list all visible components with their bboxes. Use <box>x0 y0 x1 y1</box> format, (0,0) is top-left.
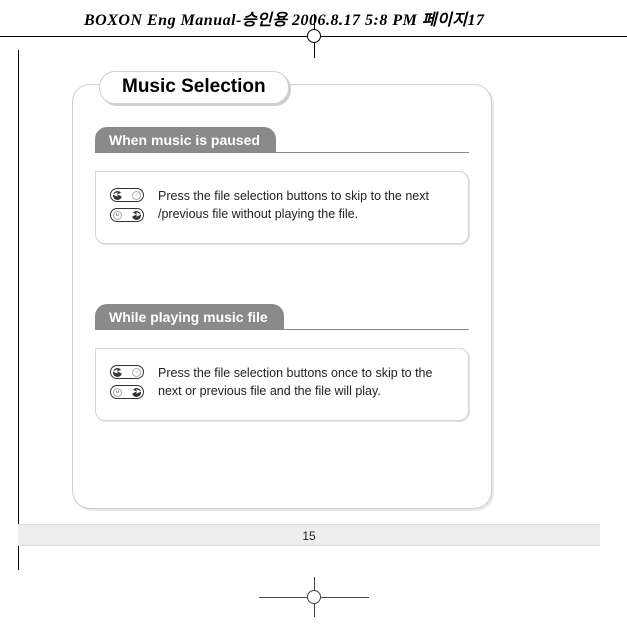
button-icons: ◀◀ ○ M ▶▶ <box>110 188 144 222</box>
section-paused: When music is paused ◀◀ ○ M ▶▶ Press the… <box>95 127 469 244</box>
panel-title-container: Music Selection <box>99 71 289 104</box>
rewind-icon: ◀◀ <box>113 368 122 377</box>
bottom-registration-mark <box>259 577 369 617</box>
section-paused-text: Press the file selection buttons to skip… <box>158 188 454 223</box>
prev-button-icon: ◀◀ ○ <box>110 188 144 202</box>
section-playing-text: Press the file selection buttons once to… <box>158 365 454 400</box>
forward-icon: ▶▶ <box>132 388 141 397</box>
next-button-icon: M ▶▶ <box>110 385 144 399</box>
button-icons: ◀◀ ○ M ▶▶ <box>110 365 144 399</box>
section-playing-body: ◀◀ ○ M ▶▶ Press the file selection butto… <box>95 348 469 421</box>
section-paused-header: When music is paused <box>95 127 276 153</box>
panel-title: Music Selection <box>122 76 266 98</box>
main-panel: Music Selection When music is paused ◀◀ … <box>72 84 492 509</box>
section-playing: While playing music file ◀◀ ○ M ▶▶ Press… <box>95 304 469 421</box>
small-circle-icon: ○ <box>132 191 141 200</box>
m-icon: M <box>113 388 122 397</box>
section-playing-header: While playing music file <box>95 304 284 330</box>
section-paused-body: ◀◀ ○ M ▶▶ Press the file selection butto… <box>95 171 469 244</box>
prev-button-icon: ◀◀ ○ <box>110 365 144 379</box>
forward-icon: ▶▶ <box>132 211 141 220</box>
left-crop-rule <box>18 50 19 570</box>
next-button-icon: M ▶▶ <box>110 208 144 222</box>
small-circle-icon: ○ <box>132 368 141 377</box>
page-number: 15 <box>18 524 600 546</box>
rewind-icon: ◀◀ <box>113 191 122 200</box>
m-icon: M <box>113 211 122 220</box>
document-header-text: BOXON Eng Manual-승인용 2006.8.17 5:8 PM 페이… <box>84 6 485 30</box>
